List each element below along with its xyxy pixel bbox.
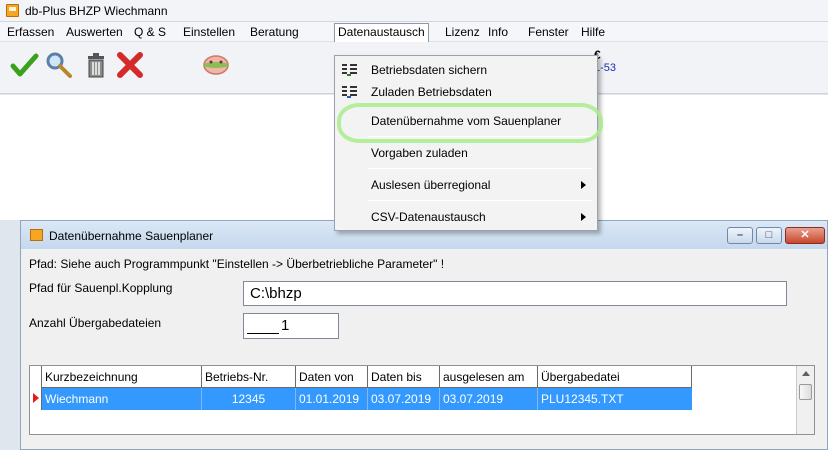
submenu-arrow-icon <box>581 213 586 221</box>
grid-scrollbar[interactable] <box>796 366 814 434</box>
col-betriebs-nr[interactable]: Betriebs-Nr. <box>202 366 296 388</box>
menu-item-datenuebernahme-sauenplaner[interactable]: Datenübernahme vom Sauenplaner <box>336 110 596 132</box>
path-input[interactable]: C:\bhzp <box>243 281 787 306</box>
dialog-title: Datenübernahme Sauenplaner <box>49 229 214 243</box>
menu-item-vorgaben-zuladen[interactable]: Vorgaben zuladen <box>336 142 596 164</box>
cell-kurzbezeichnung: Wiechmann <box>42 388 202 410</box>
menu-item-zuladen-betriebsdaten[interactable]: Zuladen Betriebsdaten <box>336 81 596 103</box>
search-icon[interactable] <box>44 50 74 80</box>
sauenplaner-dialog: Datenübernahme Sauenplaner – □ ✕ Pfad: S… <box>20 220 828 450</box>
menu-separator <box>367 200 593 201</box>
menubar: Erfassen Auswerten Q & S Einstellen Bera… <box>0 22 828 42</box>
maximize-icon: □ <box>765 229 773 241</box>
close-button[interactable]: ✕ <box>785 227 825 244</box>
count-input-underline <box>247 318 279 334</box>
menu-lizenz[interactable]: Lizenz <box>442 24 483 40</box>
col-kurzbezeichnung[interactable]: Kurzbezeichnung <box>42 366 202 388</box>
count-value: 1 <box>281 317 290 334</box>
close-icon: ✕ <box>800 229 810 241</box>
maximize-button[interactable]: □ <box>756 227 782 244</box>
menu-einstellen[interactable]: Einstellen <box>180 24 238 40</box>
menu-beratung[interactable]: Beratung <box>247 24 302 40</box>
menu-item-label: Auslesen überregional <box>371 178 491 192</box>
menu-separator <box>367 106 593 107</box>
scroll-thumb[interactable] <box>799 384 812 400</box>
current-row-icon <box>33 393 39 403</box>
minimize-button[interactable]: – <box>727 227 753 244</box>
menu-separator <box>367 168 593 169</box>
cell-betriebs-nr: 12345 <box>202 388 296 410</box>
app-icon <box>6 4 19 17</box>
checkmark-icon[interactable] <box>9 50 39 80</box>
trash-icon[interactable] <box>81 50 111 80</box>
cell-ausgelesen-am: 03.07.2019 <box>440 388 538 410</box>
transfer-grid: Kurzbezeichnung Betriebs-Nr. Daten von D… <box>29 365 815 435</box>
menu-hilfe[interactable]: Hilfe <box>578 24 608 40</box>
menu-item-label: Zuladen Betriebsdaten <box>371 85 492 99</box>
path-hint-text: Pfad: Siehe auch Programmpunkt "Einstell… <box>29 257 445 271</box>
table-row[interactable]: Wiechmann 12345 01.01.2019 03.07.2019 03… <box>42 388 692 410</box>
col-daten-von[interactable]: Daten von <box>296 366 368 388</box>
cell-daten-von: 01.01.2019 <box>296 388 368 410</box>
delete-icon[interactable] <box>115 50 145 80</box>
menu-datenaustausch[interactable]: Datenaustausch <box>334 23 429 42</box>
scroll-up-icon[interactable] <box>802 371 810 376</box>
menu-item-csv-datenaustausch[interactable]: CSV-Datenaustausch <box>336 206 596 228</box>
path-label: Pfad für Sauenpl.Kopplung <box>29 281 173 295</box>
menu-separator <box>367 136 593 137</box>
menu-item-auslesen-ueberregional[interactable]: Auslesen überregional <box>336 174 596 196</box>
menu-q-und-s[interactable]: Q & S <box>131 24 169 40</box>
menu-item-label: Datenübernahme vom Sauenplaner <box>371 114 562 128</box>
app-titlebar: db-Plus BHZP Wiechmann <box>0 0 828 22</box>
grid-header: Kurzbezeichnung Betriebs-Nr. Daten von D… <box>30 366 790 388</box>
count-input[interactable]: 1 <box>243 313 339 339</box>
import-data-icon <box>342 85 358 99</box>
menu-item-label: CSV-Datenaustausch <box>371 210 486 224</box>
menu-auswerten[interactable]: Auswerten <box>63 24 126 40</box>
submenu-arrow-icon <box>581 181 586 189</box>
minimize-icon: – <box>736 229 744 241</box>
menu-item-betriebsdaten-sichern[interactable]: Betriebsdaten sichern <box>336 59 596 81</box>
cell-daten-bis: 03.07.2019 <box>368 388 440 410</box>
window-title: db-Plus BHZP Wiechmann <box>25 4 168 18</box>
count-label: Anzahl Übergabedateien <box>29 316 162 330</box>
col-ausgelesen-am[interactable]: ausgelesen am <box>440 366 538 388</box>
col-daten-bis[interactable]: Daten bis <box>368 366 440 388</box>
menu-item-label: Betriebsdaten sichern <box>371 63 488 77</box>
export-data-icon <box>342 63 358 77</box>
col-uebergabedatei[interactable]: Übergabedatei <box>538 366 692 388</box>
menu-info[interactable]: Info <box>485 24 511 40</box>
dialog-icon <box>30 229 43 241</box>
menu-item-label: Vorgaben zuladen <box>371 146 468 160</box>
datenaustausch-dropdown: Betriebsdaten sichern Zuladen Betriebsda… <box>334 55 598 231</box>
menu-erfassen[interactable]: Erfassen <box>4 24 57 40</box>
cell-uebergabedatei: PLU12345.TXT <box>541 392 624 406</box>
menu-fenster[interactable]: Fenster <box>525 24 572 40</box>
pig-icon[interactable] <box>199 50 229 80</box>
